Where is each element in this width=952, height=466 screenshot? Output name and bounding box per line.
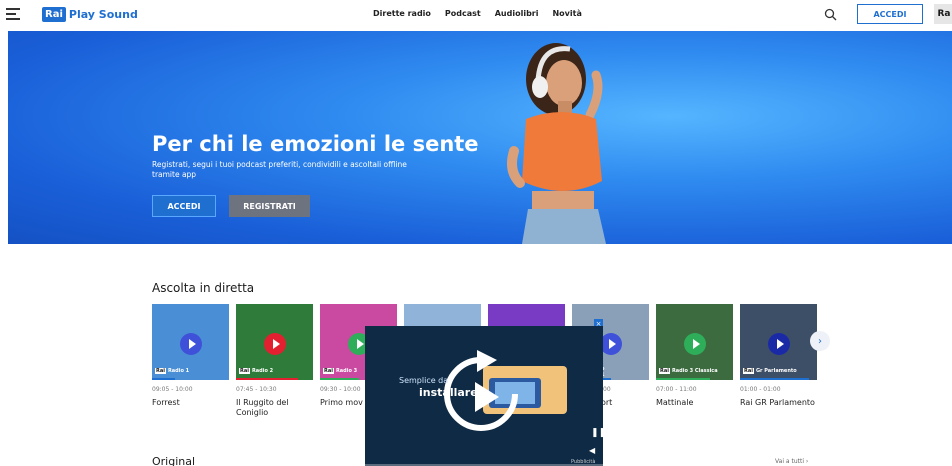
top-header: Rai Play Sound Dirette radio Podcast Aud…: [0, 0, 952, 30]
live-section-title: Ascolta in diretta: [152, 281, 255, 295]
live-progress-bar: [236, 378, 298, 380]
live-card-time: 09:30 - 10:00: [320, 386, 361, 393]
see-all-link[interactable]: Vai a tutti ›: [775, 458, 808, 465]
channel-logo: Rai Radio 3: [323, 368, 357, 374]
logo-rai-mark: Rai: [42, 6, 66, 22]
live-card-time: 09:05 - 10:00: [152, 386, 193, 393]
channel-rai-mark: Rai: [155, 368, 166, 374]
live-card-thumbnail[interactable]: Rai Radio 3 Classica: [656, 304, 733, 380]
main-nav: Dirette radio Podcast Audiolibri Novità: [373, 9, 582, 18]
login-button[interactable]: ACCEDI: [857, 4, 923, 24]
live-card[interactable]: Rai Radio 3 Classica 07:00 - 11:00 Mattinal…: [656, 304, 733, 407]
live-progress-bar: [740, 378, 810, 380]
play-icon[interactable]: [600, 333, 622, 355]
live-progress-bar: [656, 378, 710, 380]
video-caption-1: Semplice da: [399, 376, 449, 385]
raiplaysound-logo[interactable]: Rai Play Sound: [42, 6, 138, 22]
hero-person-illustration: [507, 43, 606, 244]
channel-logo: Rai Radio 3 Classica: [659, 368, 718, 374]
channel-logo: Rai Gr Parlamento: [743, 368, 797, 374]
live-card-show-title[interactable]: Forrest: [152, 398, 229, 408]
live-card[interactable]: Rai Gr Parlamento 01:00 - 01:00 Rai GR Parl…: [740, 304, 817, 407]
pause-icon[interactable]: ❚❚: [591, 428, 603, 438]
original-section-title: Original: [152, 455, 196, 466]
nav-audiolibri[interactable]: Audiolibri: [495, 9, 539, 18]
live-card-thumbnail[interactable]: Rai Radio 2: [236, 304, 313, 380]
channel-name: Gr Parlamento: [755, 368, 797, 374]
live-progress-bar: [152, 378, 176, 380]
rai-corner-link[interactable]: Ra: [934, 4, 952, 24]
play-icon[interactable]: [768, 333, 790, 355]
channel-rai-mark: Rai: [323, 368, 334, 374]
nav-dirette-radio[interactable]: Dirette radio: [373, 9, 431, 18]
live-card-time: 07:00 - 11:00: [656, 386, 697, 393]
live-card[interactable]: Rai Radio 2 07:45 - 10:30 Il Ruggito del Co…: [236, 304, 313, 417]
channel-name: Radio 1: [167, 368, 190, 374]
channel-name: Radio 3 Classica: [671, 368, 718, 374]
live-progress-bar: [320, 378, 359, 380]
live-card-time: 01:00 - 01:00: [740, 386, 781, 393]
carousel-next-icon[interactable]: ›: [810, 331, 830, 351]
channel-name: Radio 3: [335, 368, 358, 374]
channel-logo: Rai Radio 2: [239, 368, 273, 374]
hero-accedi-button[interactable]: ACCEDI: [152, 195, 216, 217]
live-card-thumbnail[interactable]: Rai Radio 1: [152, 304, 229, 380]
video-caption-2: installare,: [419, 386, 482, 399]
channel-rai-mark: Rai: [743, 368, 754, 374]
search-icon[interactable]: [824, 8, 837, 21]
hamburger-menu-icon[interactable]: [6, 8, 20, 20]
channel-rai-mark: Rai: [239, 368, 250, 374]
live-card-partial-show: ort: [601, 398, 613, 407]
hero-banner: Per chi le emozioni le sente Registrati,…: [8, 31, 952, 244]
logo-wordmark: Play Sound: [68, 7, 138, 21]
hero-subtitle: Registrati, segui i tuoi podcast preferi…: [152, 160, 407, 179]
nav-novita[interactable]: Novità: [552, 9, 581, 18]
replay-icon[interactable]: [365, 326, 603, 466]
volume-icon[interactable]: ◀: [589, 446, 595, 455]
live-card-time: 07:45 - 10:30: [236, 386, 277, 393]
live-card-show-title[interactable]: Rai GR Parlamento: [740, 398, 817, 408]
nav-podcast[interactable]: Podcast: [445, 9, 481, 18]
play-icon[interactable]: [180, 333, 202, 355]
channel-rai-mark: Rai: [659, 368, 670, 374]
channel-logo: Rai Radio 1: [155, 368, 189, 374]
live-card[interactable]: Rai Radio 1 09:05 - 10:00 Forrest: [152, 304, 229, 407]
live-card-thumbnail[interactable]: Rai Gr Parlamento: [740, 304, 817, 380]
play-icon[interactable]: [264, 333, 286, 355]
hero-registrati-button[interactable]: REGISTRATI: [229, 195, 310, 217]
hero-title: Per chi le emozioni le sente: [152, 132, 479, 156]
play-icon[interactable]: [684, 333, 706, 355]
video-ad-player[interactable]: Semplice da installare, ❚❚ ◀ Pubblicità: [365, 326, 603, 466]
channel-name: Radio 2: [251, 368, 274, 374]
live-card-show-title[interactable]: Il Ruggito del Coniglio: [236, 398, 313, 418]
